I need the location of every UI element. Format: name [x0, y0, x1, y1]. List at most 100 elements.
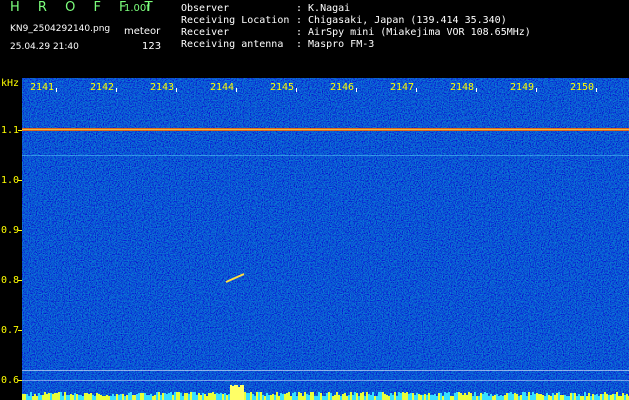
activity-bar [482, 394, 484, 400]
activity-bar [590, 396, 592, 400]
activity-bar [366, 392, 368, 400]
activity-bar [168, 393, 170, 400]
activity-bar [610, 395, 612, 400]
activity-bar [530, 395, 532, 400]
activity-bar [32, 396, 34, 400]
activity-bar [226, 395, 228, 400]
activity-bar [494, 395, 496, 400]
freq-tick-label: 0.6 [1, 375, 19, 386]
activity-bar [484, 392, 486, 400]
activity-bar [248, 393, 250, 400]
activity-bar [498, 396, 500, 400]
activity-bar [520, 395, 522, 400]
time-tick-label: 2148 [450, 82, 474, 93]
activity-bar [144, 393, 146, 400]
activity-bar [500, 395, 502, 400]
activity-bar [408, 394, 410, 400]
activity-bar [256, 392, 258, 400]
activity-bar [148, 395, 150, 400]
activity-bar [582, 396, 584, 400]
activity-bar [356, 393, 358, 400]
activity-bar [194, 392, 196, 400]
activity-bar [626, 394, 628, 400]
activity-bar [108, 396, 110, 400]
activity-bar [566, 396, 568, 400]
activity-bar [118, 395, 120, 400]
activity-bar [472, 396, 474, 400]
activity-bar [526, 396, 528, 400]
freq-tick-mark [18, 230, 22, 231]
activity-bar [474, 392, 476, 400]
activity-bar [378, 392, 380, 400]
activity-bar [380, 392, 382, 400]
activity-bar [42, 395, 44, 400]
activity-bar [470, 393, 472, 400]
activity-bar [200, 395, 202, 400]
activity-bar [390, 393, 392, 400]
activity-bar [62, 396, 64, 400]
activity-bar [616, 392, 618, 400]
activity-bar [260, 392, 262, 400]
activity-bar [326, 393, 328, 400]
activity-bar [222, 394, 224, 400]
time-tick-mark [416, 88, 417, 92]
speckle-layer [22, 78, 629, 400]
activity-bar [126, 395, 128, 400]
activity-bar [306, 394, 308, 400]
activity-bar [548, 395, 550, 400]
activity-bar [376, 396, 378, 400]
activity-bar [68, 395, 70, 400]
activity-bar [124, 396, 126, 400]
activity-bar [156, 392, 158, 400]
activity-bar [308, 395, 310, 400]
location-value: : Chigasaki, Japan (139.414 35.340) [296, 15, 507, 26]
activity-bar [176, 392, 178, 400]
time-tick-mark [476, 88, 477, 92]
activity-bar [414, 395, 416, 400]
activity-bar [100, 395, 102, 400]
activity-bar [78, 395, 80, 400]
activity-bar [420, 395, 422, 400]
activity-bar [190, 392, 192, 400]
activity-bar [460, 393, 462, 400]
activity-bar [614, 394, 616, 400]
activity-bar [362, 392, 364, 400]
activity-bar [272, 394, 274, 400]
activity-bar [338, 395, 340, 400]
activity-bar [208, 393, 210, 400]
activity-bar [142, 393, 144, 400]
activity-bar [90, 393, 92, 400]
activity-bar [406, 392, 408, 400]
activity-bar [258, 392, 260, 400]
freq-tick-label: 1.1 [1, 125, 19, 136]
time-tick-mark [56, 88, 57, 92]
activity-bar [314, 396, 316, 400]
activity-bar [608, 395, 610, 400]
activity-bar [106, 395, 108, 400]
activity-bar [230, 385, 232, 400]
activity-bar [450, 396, 452, 400]
activity-bar [54, 393, 56, 400]
activity-bar [186, 393, 188, 400]
activity-bar [92, 395, 94, 400]
activity-bar [334, 395, 336, 400]
activity-bar [332, 396, 334, 400]
activity-bar [116, 394, 118, 400]
activity-bar [458, 392, 460, 400]
activity-bar [350, 392, 352, 400]
observation-datetime: 25.04.29 21:40 [10, 42, 79, 52]
activity-bar [166, 394, 168, 400]
activity-bar [606, 394, 608, 400]
activity-bar [96, 393, 98, 400]
activity-bar [602, 394, 604, 400]
activity-bar [296, 396, 298, 400]
activity-bar [282, 394, 284, 400]
activity-bar [180, 393, 182, 400]
time-tick-mark [296, 88, 297, 92]
activity-bar [348, 395, 350, 400]
activity-bar [216, 393, 218, 400]
activity-bar [154, 395, 156, 400]
activity-bar [26, 394, 28, 400]
activity-bar [424, 394, 426, 400]
activity-bar [160, 395, 162, 400]
